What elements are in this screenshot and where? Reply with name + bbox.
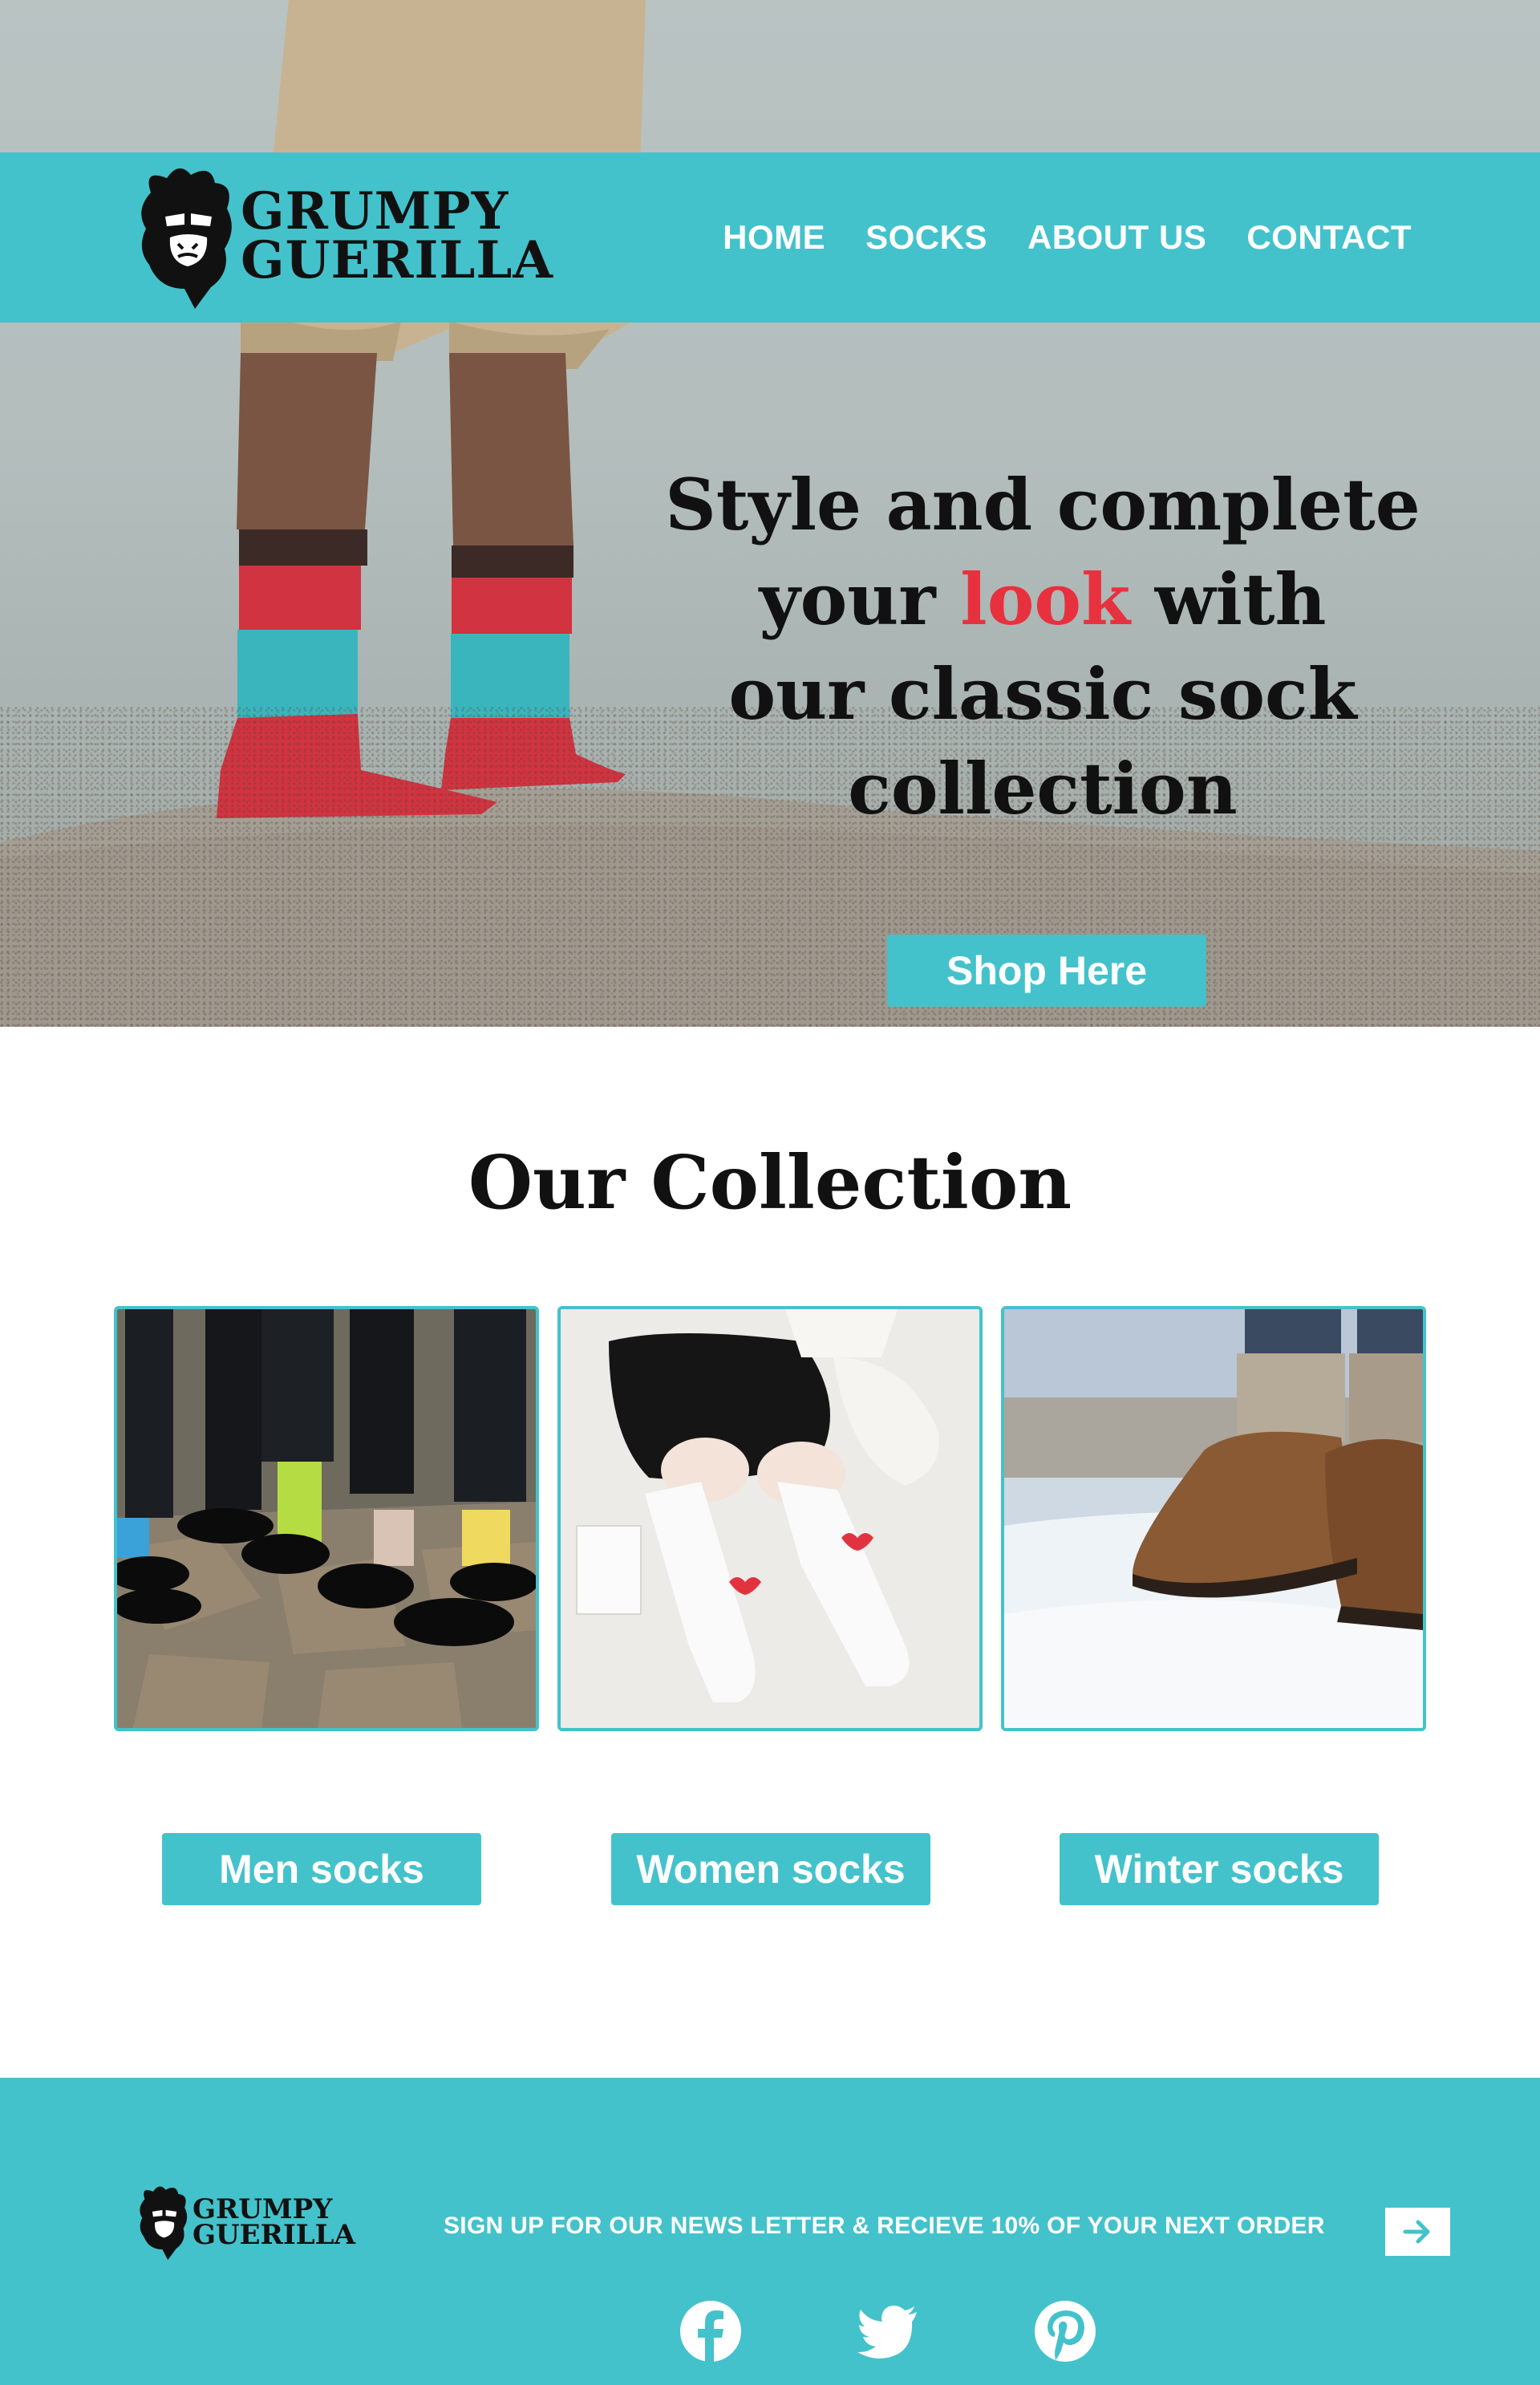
nav-socks[interactable]: SOCKS: [865, 218, 987, 257]
footer: GRUMPY GUERILLA SIGN UP FOR OUR NEWS LET…: [0, 2078, 1540, 2385]
brand-name-line1: GRUMPY: [241, 181, 509, 242]
hero-line-1: Style and complete: [665, 463, 1420, 546]
nav-contact[interactable]: CONTACT: [1246, 218, 1412, 257]
collection-title: Our Collection: [468, 1139, 1072, 1226]
footer-brand-logo[interactable]: GRUMPY GUERILLA: [136, 2182, 355, 2262]
brand-name-line2: GUERILLA: [241, 230, 554, 290]
nav-home[interactable]: HOME: [723, 218, 825, 257]
hero-heading: Style and complete your look with our cl…: [626, 457, 1460, 836]
newsletter-submit-button[interactable]: [1385, 2208, 1450, 2256]
facebook-icon[interactable]: [679, 2299, 743, 2363]
gorilla-logo-icon: [141, 168, 232, 309]
shop-here-button[interactable]: Shop Here: [887, 935, 1206, 1007]
footer-brand-name-line2: GUERILLA: [192, 2219, 355, 2251]
pinterest-icon[interactable]: [1033, 2299, 1097, 2363]
twitter-icon[interactable]: [856, 2299, 920, 2363]
newsletter-text: SIGN UP FOR OUR NEWS LETTER & RECIEVE 10…: [444, 2213, 1325, 2239]
men-socks-button[interactable]: Men socks: [162, 1833, 481, 1905]
nav-about-us[interactable]: ABOUT US: [1027, 218, 1206, 257]
men-socks-card[interactable]: [114, 1306, 539, 1731]
arrow-right-icon: [1403, 2220, 1429, 2244]
women-socks-photo: [561, 1309, 979, 1728]
hero-line-2: your look with: [759, 558, 1327, 641]
women-socks-card[interactable]: [557, 1306, 983, 1731]
gorilla-logo-icon: [140, 2186, 188, 2261]
men-socks-photo: [117, 1309, 536, 1728]
women-socks-button[interactable]: Women socks: [611, 1833, 930, 1905]
hero-line-3: our classic sock: [728, 652, 1357, 736]
hero-section: GRUMPY GUERILLA HOME SOCKS ABOUT US CONT…: [0, 0, 1540, 1027]
top-navbar: GRUMPY GUERILLA HOME SOCKS ABOUT US CONT…: [0, 152, 1540, 322]
winter-socks-card[interactable]: [1001, 1306, 1426, 1731]
hero-accent-word: look: [960, 558, 1131, 641]
winter-socks-photo: [1004, 1309, 1423, 1728]
winter-socks-button[interactable]: Winter socks: [1060, 1833, 1379, 1905]
nav-links: HOME SOCKS ABOUT US CONTACT: [723, 152, 1412, 322]
brand-logo[interactable]: GRUMPY GUERILLA: [135, 160, 553, 313]
hero-line-4: collection: [848, 747, 1238, 830]
